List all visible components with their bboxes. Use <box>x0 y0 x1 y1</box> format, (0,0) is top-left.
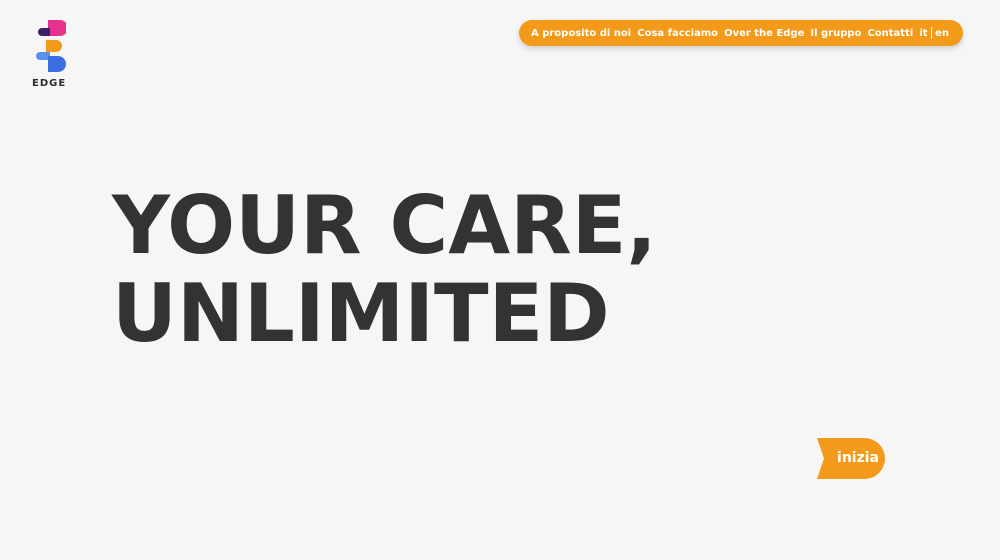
edge-logo-icon <box>36 20 66 72</box>
lang-en-link[interactable]: en <box>935 28 949 39</box>
start-button[interactable]: inizia <box>817 438 885 479</box>
start-button-label: inizia <box>837 450 879 466</box>
hero-line-2: UNLIMITED <box>112 267 610 360</box>
lang-divider <box>930 27 933 39</box>
brand-logo[interactable]: EDGE <box>32 18 66 92</box>
lang-it-link[interactable]: it <box>919 28 927 39</box>
page: EDGE A proposito di noi Cosa facciamo Ov… <box>0 0 1000 560</box>
main-nav: A proposito di noi Cosa facciamo Over th… <box>519 20 963 46</box>
hero-line-1: YOUR CARE, <box>112 179 657 272</box>
brand-name: EDGE <box>32 78 67 89</box>
nav-item-contacts[interactable]: Contatti <box>867 28 913 39</box>
nav-item-about[interactable]: A proposito di noi <box>531 28 631 39</box>
nav-item-what-we-do[interactable]: Cosa facciamo <box>637 28 718 39</box>
nav-item-over-the-edge[interactable]: Over the Edge <box>724 28 804 39</box>
nav-item-group[interactable]: Il gruppo <box>810 28 861 39</box>
language-switcher: it en <box>919 27 949 39</box>
hero-heading: YOUR CARE, UNLIMITED <box>112 182 812 358</box>
